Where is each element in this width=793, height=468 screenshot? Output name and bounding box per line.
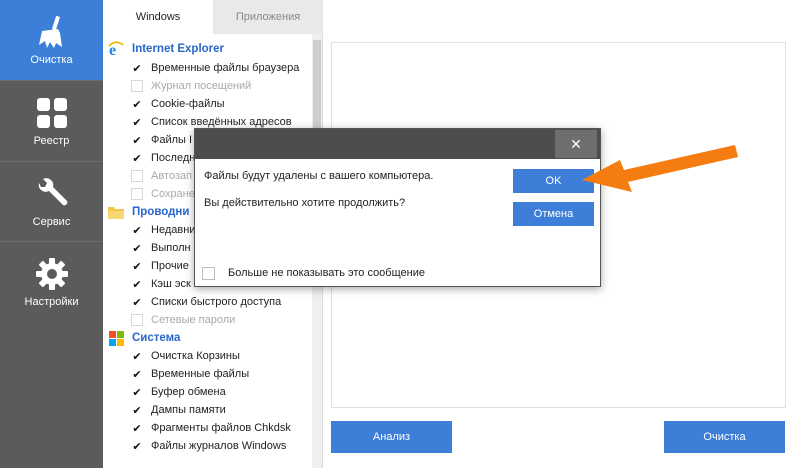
option-chkdsk-fragments[interactable]: ✔ Фрагменты файлов Chkdsk <box>131 419 291 437</box>
option-label: Файлы журналов Windows <box>151 440 287 452</box>
checkbox[interactable]: ✔ <box>131 260 143 273</box>
option-label: Cookie-файлы <box>151 98 225 110</box>
nav-item-cleaning[interactable]: Очистка <box>0 0 103 80</box>
option-temp-files[interactable]: ✔ Временные файлы <box>131 365 249 383</box>
option-label: Прочие <box>151 260 189 272</box>
checkbox[interactable] <box>131 188 143 200</box>
option-saved[interactable]: Сохране <box>131 185 195 203</box>
option-autofill[interactable]: Автозап <box>131 167 192 185</box>
option-label: Фрагменты файлов Chkdsk <box>151 422 291 434</box>
broom-icon <box>34 14 70 50</box>
checkbox[interactable]: ✔ <box>131 134 143 147</box>
checkbox[interactable]: ✔ <box>131 98 143 111</box>
option-ie-files[interactable]: ✔ Файлы I <box>131 131 192 149</box>
option-label: Сохране <box>151 188 195 200</box>
nav-item-registry[interactable]: Реестр <box>0 81 103 161</box>
option-label: Очистка Корзины <box>151 350 240 362</box>
folder-icon <box>107 204 125 220</box>
nav-label: Реестр <box>33 135 70 147</box>
tab-bar: Windows Приложения <box>103 0 323 34</box>
checkbox[interactable]: ✔ <box>131 242 143 255</box>
option-label: Списки быстрого доступа <box>151 296 282 308</box>
dialog-titlebar[interactable]: ✕ <box>195 129 600 159</box>
section-title: Система <box>132 332 181 344</box>
checkbox[interactable] <box>131 170 143 182</box>
section-title: Проводни <box>132 206 190 218</box>
nav-item-service[interactable]: Сервис <box>0 162 103 242</box>
nav-label: Очистка <box>30 54 73 66</box>
grid-icon <box>34 95 70 131</box>
sidebar: Очистка Реестр Сервис Настройки <box>0 0 103 468</box>
analyze-button[interactable]: Анализ <box>331 421 452 453</box>
dont-show-label: Больше не показывать это сообщение <box>228 267 425 279</box>
option-label: Выполн <box>151 242 191 254</box>
option-jump-lists[interactable]: ✔ Списки быстрого доступа <box>131 293 281 311</box>
option-label: Кэш эск <box>151 278 191 290</box>
nav-label: Настройки <box>24 296 79 308</box>
option-label: Файлы I <box>151 134 193 146</box>
option-label: Буфер обмена <box>151 386 226 398</box>
option-run[interactable]: ✔ Выполн <box>131 239 191 257</box>
checkbox[interactable]: ✔ <box>131 296 143 309</box>
nav-item-settings[interactable]: Настройки <box>0 242 103 322</box>
windows-logo-icon <box>107 330 125 346</box>
section-explorer[interactable]: Проводни <box>107 203 189 221</box>
checkbox[interactable]: ✔ <box>131 152 143 165</box>
option-label: Журнал посещений <box>151 80 252 92</box>
scrollbar-thumb[interactable] <box>313 40 321 130</box>
clean-button[interactable]: Очистка <box>664 421 785 453</box>
wrench-icon <box>34 176 70 212</box>
gear-icon <box>34 256 70 292</box>
option-label: Последн <box>151 152 196 164</box>
option-network-passwords[interactable]: Сетевые пароли <box>131 311 235 329</box>
checkbox[interactable]: ✔ <box>131 278 143 291</box>
dont-show-checkbox[interactable] <box>202 267 215 280</box>
section-title: Internet Explorer <box>132 43 225 55</box>
nav-label: Сервис <box>32 216 71 228</box>
checkbox[interactable]: ✔ <box>131 368 143 381</box>
cancel-button[interactable]: Отмена <box>513 202 594 226</box>
checkbox[interactable] <box>131 80 143 92</box>
option-recent[interactable]: ✔ Недавни <box>131 221 195 239</box>
option-label: Дампы памяти <box>151 404 226 416</box>
checkbox[interactable] <box>131 314 143 326</box>
option-label: Недавни <box>151 224 196 236</box>
option-label: Автозап <box>151 170 192 182</box>
option-recycle-bin[interactable]: ✔ Очистка Корзины <box>131 347 240 365</box>
option-windows-logs[interactable]: ✔ Файлы журналов Windows <box>131 437 286 455</box>
option-history[interactable]: Журнал посещений <box>131 77 251 95</box>
option-browser-temp-files[interactable]: ✔ Временные файлы браузера <box>131 59 299 77</box>
option-other[interactable]: ✔ Прочие <box>131 257 189 275</box>
confirm-dialog: ✕ Файлы будут удалены с вашего компьютер… <box>194 128 601 287</box>
option-clipboard[interactable]: ✔ Буфер обмена <box>131 383 226 401</box>
checkbox[interactable]: ✔ <box>131 440 143 453</box>
section-system[interactable]: Система <box>107 329 180 347</box>
option-last[interactable]: ✔ Последн <box>131 149 195 167</box>
checkbox[interactable]: ✔ <box>131 350 143 363</box>
option-label: Временные файлы <box>151 368 250 380</box>
dialog-question: Вы действительно хотите продолжить? <box>204 197 406 209</box>
checkbox[interactable]: ✔ <box>131 422 143 435</box>
option-label: Список введённых адресов <box>151 116 292 128</box>
checkbox[interactable]: ✔ <box>131 404 143 417</box>
option-memory-dumps[interactable]: ✔ Дампы памяти <box>131 401 226 419</box>
option-label: Сетевые пароли <box>151 314 236 326</box>
option-label: Временные файлы браузера <box>151 62 300 74</box>
arrow-annotation-icon <box>582 145 738 192</box>
checkbox[interactable]: ✔ <box>131 62 143 75</box>
checkbox[interactable]: ✔ <box>131 386 143 399</box>
option-cookies[interactable]: ✔ Cookie-файлы <box>131 95 225 113</box>
tab-applications[interactable]: Приложения <box>213 0 323 34</box>
option-thumbnail-cache[interactable]: ✔ Кэш эск <box>131 275 191 293</box>
internet-explorer-icon: e <box>107 41 125 57</box>
checkbox[interactable]: ✔ <box>131 116 143 129</box>
dialog-message: Файлы будут удалены с вашего компьютера. <box>204 170 434 182</box>
tab-windows[interactable]: Windows <box>103 0 213 34</box>
section-internet-explorer[interactable]: e Internet Explorer <box>107 40 224 58</box>
checkbox[interactable]: ✔ <box>131 224 143 237</box>
